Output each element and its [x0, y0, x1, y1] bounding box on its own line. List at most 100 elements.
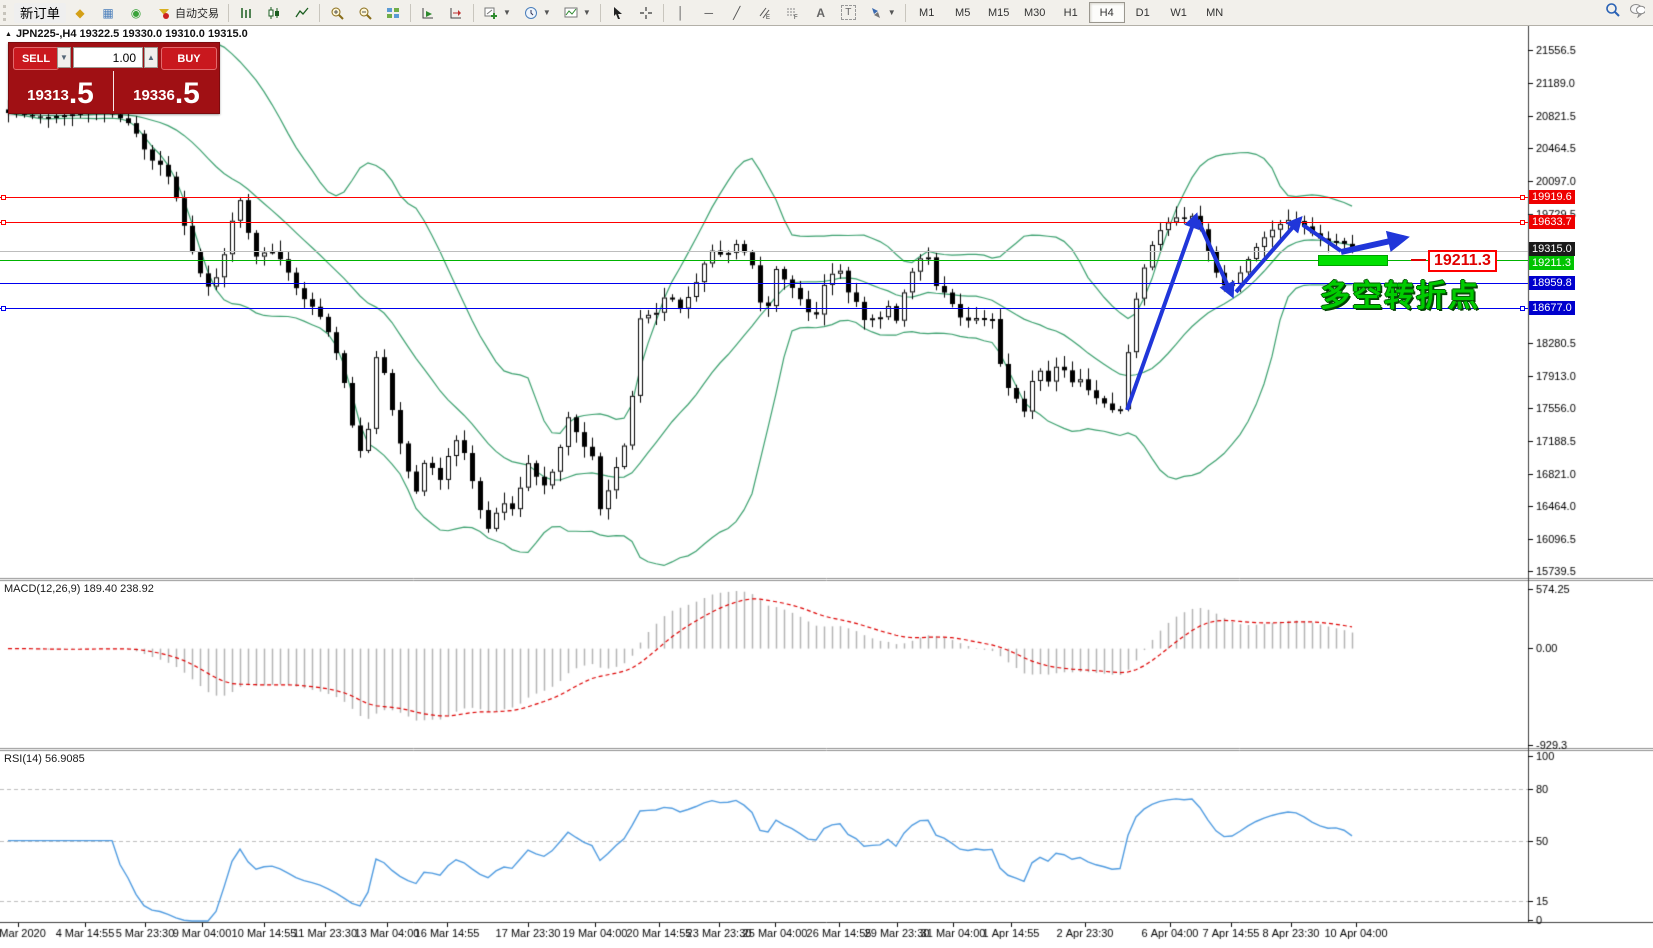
vertical-line-icon: │ — [677, 5, 685, 20]
buy-price[interactable]: 19336.5 — [115, 73, 218, 111]
candlestick-button[interactable] — [260, 2, 288, 24]
gold-icon: ◆ — [75, 5, 85, 20]
sell-button[interactable]: SELL — [13, 47, 59, 70]
arrows-icon — [868, 5, 884, 21]
level-price-label: 19633.7 — [1529, 215, 1575, 229]
volume-down-button[interactable]: ▼ — [57, 47, 71, 68]
crosshair-tool[interactable] — [632, 2, 660, 24]
tab-timeframe-h4[interactable]: H4 — [1088, 2, 1125, 23]
level-price-label: 19919.6 — [1529, 190, 1575, 204]
zoom-in-icon — [329, 5, 345, 21]
level-price-label: 18959.8 — [1529, 276, 1575, 290]
text-label-icon: T — [840, 5, 856, 20]
line-chart-button[interactable] — [288, 2, 316, 24]
tab-timeframe-mn[interactable]: MN — [1197, 2, 1233, 23]
level-line-18959.8[interactable] — [0, 283, 1528, 284]
buy-button[interactable]: BUY — [161, 47, 217, 70]
tab-timeframe-m1[interactable]: M1 — [909, 2, 945, 23]
rsi-label: RSI(14) 56.9085 — [4, 753, 85, 765]
market-watch-icon[interactable]: ◆ — [66, 2, 94, 24]
sell-price-main: 19313 — [27, 87, 69, 104]
text-icon: A — [816, 5, 826, 20]
periods-button[interactable]: ▼ — [517, 2, 557, 24]
dropdown-arrow-icon: ▼ — [502, 8, 511, 17]
volume-input[interactable] — [73, 47, 143, 68]
toolbar-separator — [409, 3, 411, 22]
level-price-label: 19211.3 — [1529, 256, 1574, 270]
chart-shift-button[interactable] — [442, 2, 470, 24]
level-handle[interactable] — [1520, 306, 1525, 311]
toolbar-separator — [318, 3, 320, 22]
support-highlight-rect[interactable] — [1318, 255, 1388, 266]
autotrading-button[interactable]: 自动交易 — [150, 2, 225, 24]
horizontal-line-tool[interactable]: ─ — [695, 2, 723, 24]
tab-timeframe-h1[interactable]: H1 — [1053, 2, 1089, 23]
autotrading-icon — [156, 5, 172, 21]
volume-up-button[interactable]: ▲ — [144, 47, 158, 68]
chart-canvas[interactable] — [0, 0, 1653, 948]
arrows-tool[interactable]: ▼ — [862, 2, 902, 24]
level-line-19315.0[interactable] — [0, 251, 1528, 252]
template-icon — [563, 5, 579, 21]
timeframe-group: M1 M5 M15 M30 H1 H4 D1 W1 MN — [909, 2, 1233, 23]
level-price-label: 18677.0 — [1529, 301, 1575, 315]
bar-chart-icon — [238, 5, 254, 21]
dropdown-arrow-icon: ▼ — [887, 8, 896, 17]
search-icon[interactable] — [1605, 2, 1621, 18]
buy-price-frac: .5 — [174, 77, 200, 110]
level-line-19211.3[interactable] — [0, 260, 1528, 261]
symbol-ohlc-text: JPN225-,H4 19322.5 19330.0 19310.0 19315… — [15, 28, 248, 40]
new-chart-icon — [483, 5, 499, 21]
window-icon: ▦ — [102, 5, 114, 20]
fibonacci-tool[interactable]: F — [779, 2, 807, 24]
level-handle[interactable] — [1520, 220, 1525, 225]
candlestick-icon — [266, 5, 282, 21]
turning-point-text[interactable]: 多空转折点 — [1320, 271, 1480, 315]
cursor-tool[interactable] — [604, 2, 632, 24]
level-handle[interactable] — [1, 306, 6, 311]
auto-scroll-button[interactable] — [414, 2, 442, 24]
vertical-line-tool[interactable]: │ — [667, 2, 695, 24]
clock-icon — [523, 5, 539, 21]
tab-timeframe-m15[interactable]: M15 — [981, 2, 1017, 23]
svg-text:F: F — [794, 15, 798, 20]
toolbar-grip — [3, 4, 11, 21]
level-handle[interactable] — [1, 220, 6, 225]
toolbar-separator — [227, 3, 229, 22]
zoom-out-button[interactable] — [351, 2, 379, 24]
tile-windows-button[interactable] — [379, 2, 407, 24]
level-line-19919.6[interactable] — [0, 197, 1528, 198]
price-tag-dash — [1411, 259, 1426, 261]
signals-icon[interactable]: ◉ — [122, 2, 150, 24]
sell-price[interactable]: 19313.5 — [9, 73, 112, 111]
crosshair-icon — [638, 5, 654, 21]
tab-timeframe-m5[interactable]: M5 — [945, 2, 981, 23]
templates-button[interactable]: ▼ — [557, 2, 597, 24]
level-price-label: 19315.0 — [1529, 242, 1575, 256]
level-handle[interactable] — [1, 195, 6, 200]
dropdown-arrow-icon: ▼ — [542, 8, 551, 17]
collapse-arrow-icon[interactable]: ▲ — [5, 31, 12, 38]
new-order-button[interactable]: 新订单 — [14, 2, 66, 23]
trendline-tool[interactable]: ╱ — [723, 2, 751, 24]
tab-timeframe-d1[interactable]: D1 — [1125, 2, 1161, 23]
text-tool[interactable]: A — [807, 2, 835, 24]
symbol-header: ▲ JPN225-,H4 19322.5 19330.0 19310.0 193… — [5, 28, 248, 40]
macd-label: MACD(12,26,9) 189.40 238.92 — [4, 583, 154, 595]
zoom-in-button[interactable] — [323, 2, 351, 24]
level-handle[interactable] — [1520, 195, 1525, 200]
tab-timeframe-w1[interactable]: W1 — [1161, 2, 1197, 23]
dropdown-arrow-icon: ▼ — [582, 8, 591, 17]
text-label-tool[interactable]: T — [835, 2, 862, 24]
channel-tool[interactable]: E — [751, 2, 779, 24]
cursor-icon — [610, 5, 626, 21]
chat-icon[interactable] — [1629, 2, 1645, 18]
bar-chart-button[interactable] — [232, 2, 260, 24]
level-line-18677.0[interactable] — [0, 308, 1528, 309]
price-tag-label[interactable]: 19211.3 — [1428, 250, 1497, 272]
data-window-icon[interactable]: ▦ — [94, 2, 122, 24]
tab-timeframe-m30[interactable]: M30 — [1017, 2, 1053, 23]
new-chart-button[interactable]: ▼ — [477, 2, 517, 24]
chart-shift-icon — [448, 5, 464, 21]
level-line-19633.7[interactable] — [0, 222, 1528, 223]
